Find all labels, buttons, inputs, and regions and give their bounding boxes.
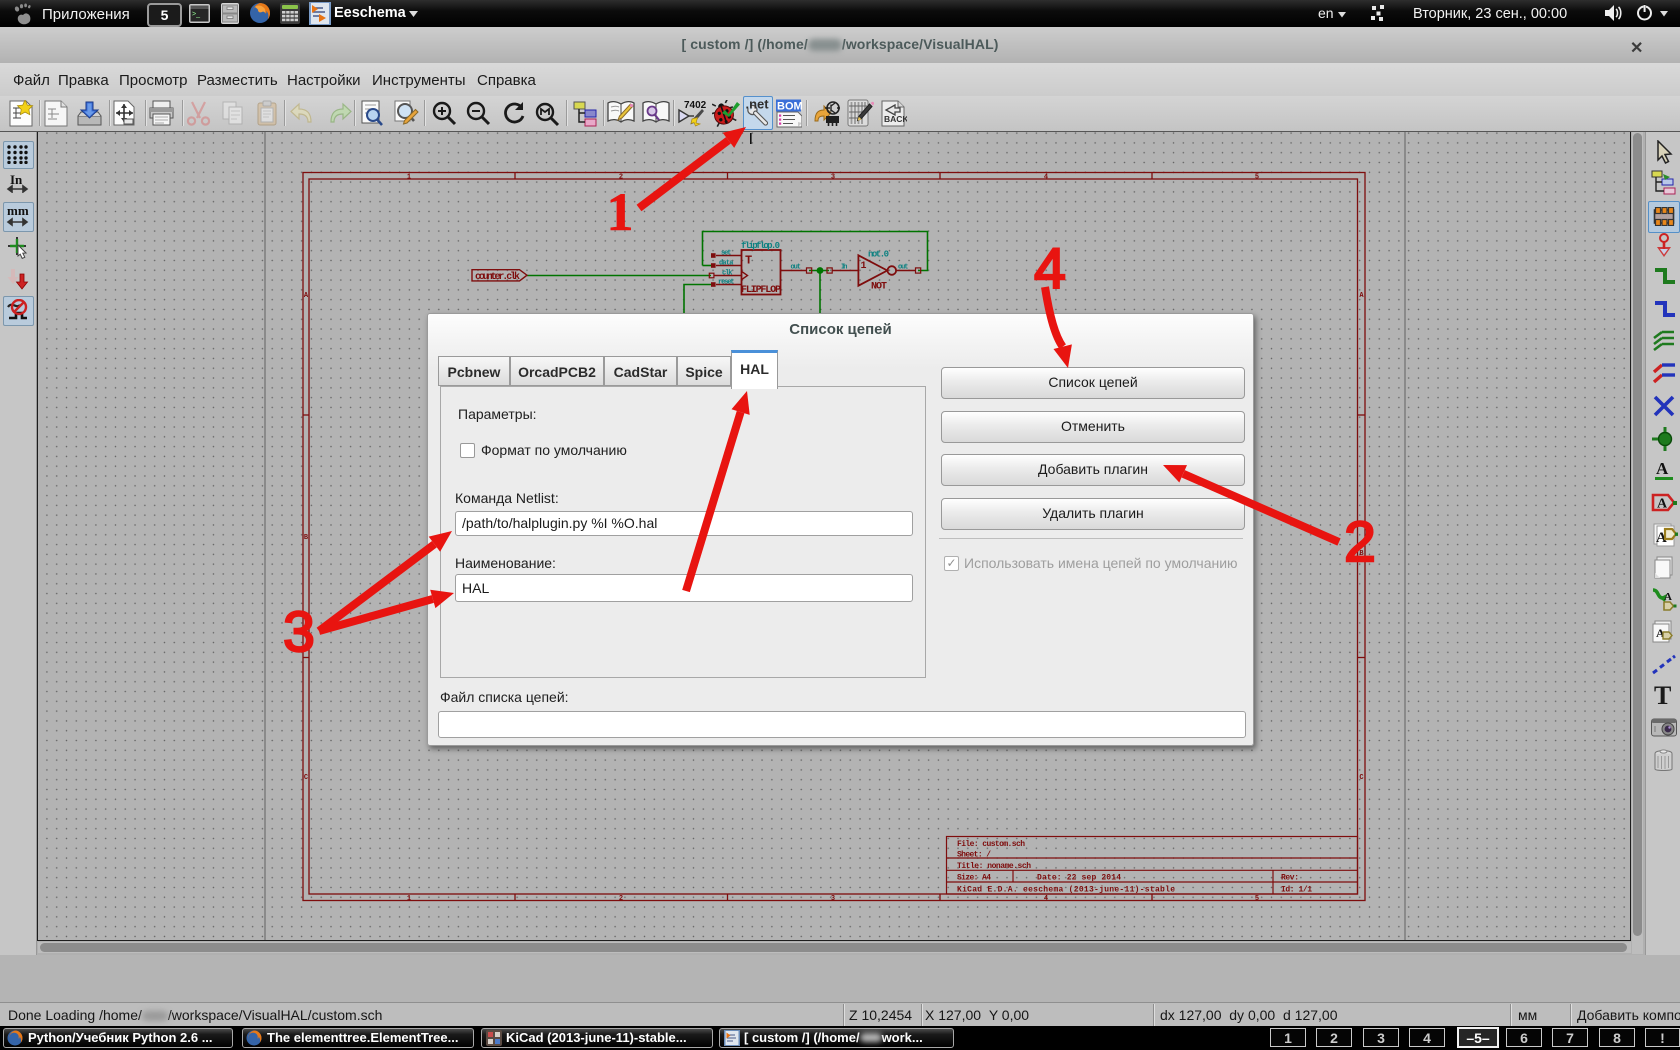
svg-text:3: 3	[283, 600, 315, 664]
svg-text:1: 1	[607, 182, 634, 242]
svg-text:4: 4	[1034, 237, 1066, 301]
svg-text:2: 2	[1344, 510, 1376, 574]
